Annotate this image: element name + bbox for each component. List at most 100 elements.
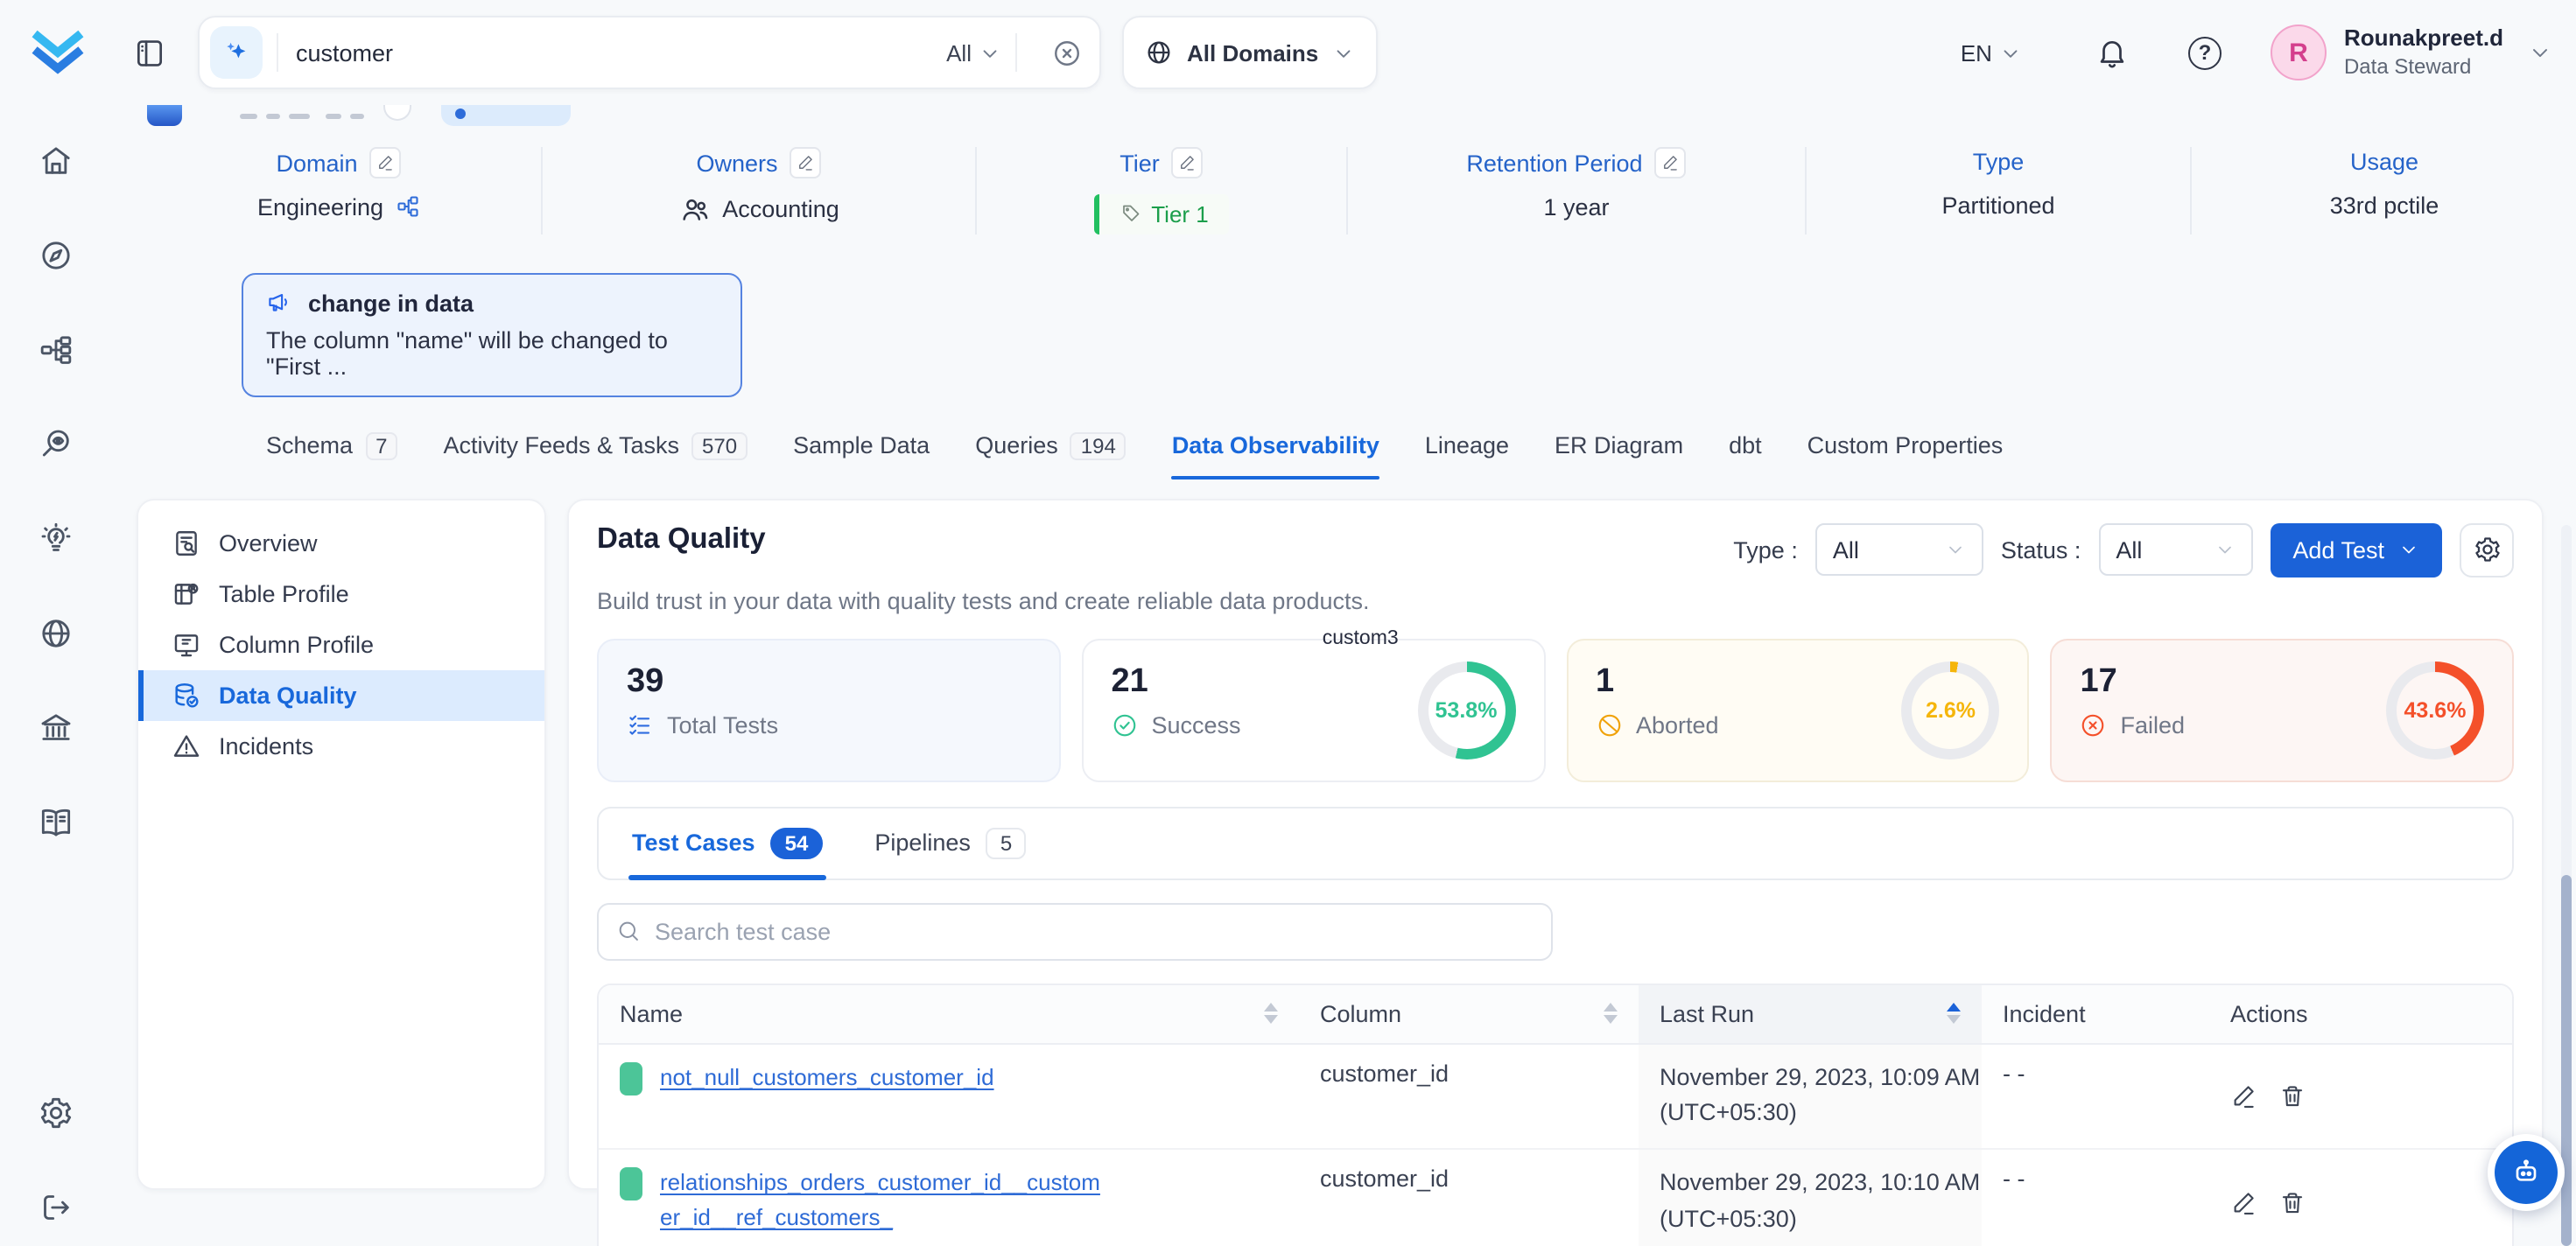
user-role: Data Steward xyxy=(2344,53,2503,80)
page-scrollbar[interactable] xyxy=(2561,525,2572,1246)
tab-sample-data[interactable]: Sample Data xyxy=(793,432,930,480)
language-selector[interactable]: EN xyxy=(1961,39,2022,66)
version-button-clipped xyxy=(383,105,411,121)
menu-incidents[interactable]: Incidents xyxy=(138,720,544,771)
meta-type: Type Partitioned xyxy=(1807,147,2192,234)
tab-data-observability[interactable]: Data Observability xyxy=(1172,432,1379,480)
domain-link-icon xyxy=(396,194,420,219)
tier-label: Tier xyxy=(1120,150,1160,176)
retention-label: Retention Period xyxy=(1466,150,1642,176)
data-quality-panel: Data Quality Type : All Status : All xyxy=(567,498,2544,1189)
user-info[interactable]: Rounakpreet.d Data Steward xyxy=(2344,25,2503,80)
user-avatar[interactable]: R xyxy=(2271,24,2327,80)
test-status-indicator xyxy=(620,1168,642,1201)
app-logo-icon[interactable] xyxy=(28,23,88,82)
search-scope-dropdown[interactable]: All xyxy=(946,39,1001,66)
panel-title: Data Quality xyxy=(597,522,766,556)
owners-label: Owners xyxy=(696,150,777,176)
menu-table-profile[interactable]: Table Profile xyxy=(138,568,544,619)
nav-lineage-icon[interactable] xyxy=(39,332,74,368)
help-icon[interactable]: ? xyxy=(2188,36,2222,69)
profiler-menu: Overview Table Profile Column Profile Da… xyxy=(137,498,546,1189)
edit-owners-icon[interactable] xyxy=(790,147,822,178)
sort-column[interactable] xyxy=(1590,1003,1618,1024)
divider xyxy=(1015,33,1017,72)
menu-column-profile[interactable]: Column Profile xyxy=(138,619,544,669)
tab-custom-properties[interactable]: Custom Properties xyxy=(1807,432,2004,480)
quality-settings-gear-icon[interactable] xyxy=(2460,522,2514,577)
nav-glossary-icon[interactable] xyxy=(39,805,74,840)
table-entity-icon xyxy=(147,105,182,126)
edit-test-icon[interactable] xyxy=(2230,1083,2257,1110)
nav-insights-icon[interactable] xyxy=(39,522,74,556)
domains-filter-button[interactable]: All Domains xyxy=(1122,16,1378,89)
sort-last-run[interactable] xyxy=(1933,1003,1961,1024)
meta-retention: Retention Period 1 year xyxy=(1348,147,1807,234)
tab-lineage[interactable]: Lineage xyxy=(1425,432,1509,480)
tab-queries[interactable]: Queries194 xyxy=(975,431,1127,480)
nav-observability-icon[interactable] xyxy=(39,427,74,462)
tab-schema[interactable]: Schema7 xyxy=(266,431,397,480)
test-case-search[interactable] xyxy=(597,902,1553,960)
test-status-indicator xyxy=(620,1061,642,1095)
ai-sparkle-icon[interactable] xyxy=(210,26,263,79)
menu-overview[interactable]: Overview xyxy=(138,517,544,568)
table-row: relationships_orders_customer_id__custom… xyxy=(599,1151,2512,1246)
tab-activity-feeds[interactable]: Activity Feeds & Tasks570 xyxy=(443,431,748,480)
team-icon xyxy=(678,193,710,225)
usage-value: 33rd pctile xyxy=(2330,192,2439,219)
chevron-down-icon xyxy=(979,41,1001,64)
announcement-banner[interactable]: change in data The column "name" will be… xyxy=(242,272,742,396)
edit-domain-icon[interactable] xyxy=(370,147,402,178)
chevron-down-icon xyxy=(1999,41,2022,64)
test-case-search-input[interactable] xyxy=(655,918,1534,944)
test-case-link[interactable]: relationships_orders_customer_id__custom… xyxy=(660,1166,1112,1237)
sidebar-toggle-icon[interactable] xyxy=(133,36,166,69)
delete-test-icon[interactable] xyxy=(2279,1083,2306,1110)
domain-value[interactable]: Engineering xyxy=(257,193,383,220)
x-circle-icon xyxy=(2081,711,2107,738)
status-filter-label: Status : xyxy=(2001,536,2081,563)
subtab-test-cases[interactable]: Test Cases 54 xyxy=(632,808,822,878)
scrollbar-thumb[interactable] xyxy=(2561,875,2572,1246)
notifications-bell-icon[interactable] xyxy=(2095,36,2129,69)
subtab-pipelines[interactable]: Pipelines 5 xyxy=(874,808,1026,878)
test-subtabs: Test Cases 54 Pipelines 5 xyxy=(597,806,2514,879)
user-name: Rounakpreet.d xyxy=(2344,25,2503,54)
tab-dbt[interactable]: dbt xyxy=(1729,432,1762,480)
failed-tests-card: 17 Failed 43.6% xyxy=(2051,638,2515,781)
panel-subtitle: Build trust in your data with quality te… xyxy=(597,587,2514,613)
top-bar: All All Domains EN ? R Rounakpr xyxy=(0,0,2576,105)
nav-domains-icon[interactable] xyxy=(39,616,74,651)
chat-bot-button[interactable] xyxy=(2488,1134,2565,1211)
search-input[interactable] xyxy=(296,39,946,66)
nav-home-icon[interactable] xyxy=(39,144,74,178)
type-filter-select[interactable]: All xyxy=(1815,523,1983,576)
user-menu-chevron-icon[interactable] xyxy=(2528,40,2552,65)
announcement-message: The column "name" will be changed to "Fi… xyxy=(266,326,718,379)
logout-icon[interactable] xyxy=(39,1190,74,1225)
clear-search-icon[interactable] xyxy=(1052,38,1082,67)
nav-explore-icon[interactable] xyxy=(39,238,74,273)
edit-tier-icon[interactable] xyxy=(1172,147,1204,178)
edit-test-icon[interactable] xyxy=(2230,1190,2257,1216)
settings-gear-icon[interactable] xyxy=(39,1096,74,1130)
owners-value[interactable]: Accounting xyxy=(722,196,839,222)
sort-name[interactable] xyxy=(1250,1003,1278,1024)
domains-filter-label: All Domains xyxy=(1187,39,1318,66)
type-filter-label: Type : xyxy=(1733,536,1798,563)
checklist-icon xyxy=(627,711,653,738)
tier-badge[interactable]: Tier 1 xyxy=(1093,193,1230,234)
top-right-cluster: EN ? R Rounakpreet.d Data Steward xyxy=(1961,24,2552,80)
menu-data-quality[interactable]: Data Quality xyxy=(138,669,544,720)
tab-er-diagram[interactable]: ER Diagram xyxy=(1555,432,1683,480)
test-case-link[interactable]: not_null_customers_customer_id xyxy=(660,1060,994,1095)
add-test-button[interactable]: Add Test xyxy=(2270,522,2442,577)
global-search-bar[interactable]: All xyxy=(198,16,1101,89)
chevron-down-icon xyxy=(2214,539,2235,560)
status-filter-select[interactable]: All xyxy=(2098,523,2252,576)
nav-govern-icon[interactable] xyxy=(39,710,74,746)
edit-retention-icon[interactable] xyxy=(1655,147,1687,178)
total-tests-card: 39 Total Tests xyxy=(597,638,1061,781)
delete-test-icon[interactable] xyxy=(2279,1190,2306,1216)
